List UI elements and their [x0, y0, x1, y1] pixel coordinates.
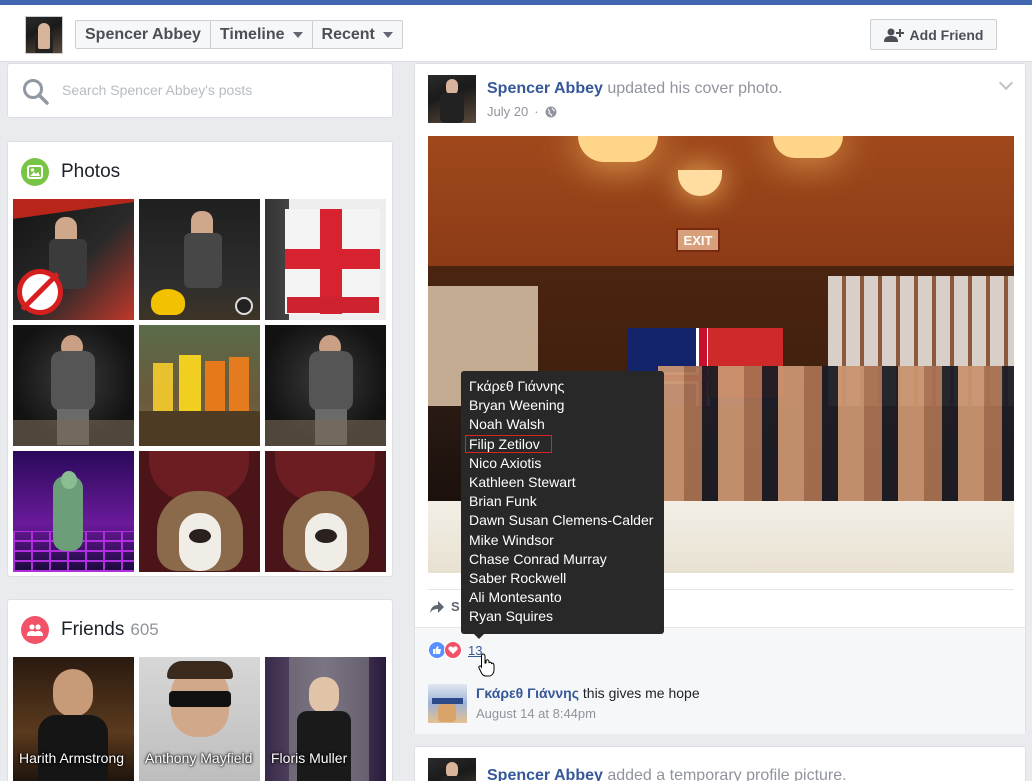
profile-header-bar: Spencer Abbey Timeline Recent Add Friend: [0, 5, 1032, 62]
tooltip-name: Dawn Susan Clemens-Calder: [469, 512, 654, 529]
photo-thumbnail[interactable]: [139, 199, 260, 320]
post-options-chevron-icon[interactable]: [998, 75, 1014, 91]
tooltip-name: Γκάρεθ Γιάννης: [469, 378, 565, 394]
reactions-summary[interactable]: 13: [428, 641, 482, 659]
friend-tile[interactable]: Anthony Mayfield: [139, 657, 260, 781]
comment: Γκάρεθ Γιάννης this gives me hope August…: [428, 684, 700, 723]
add-friend-button[interactable]: Add Friend: [870, 19, 997, 50]
post-author-link[interactable]: Spencer Abbey: [487, 80, 603, 97]
friends-grid: Harith Armstrong Anthony Mayfield Floris…: [13, 657, 386, 781]
photo-thumbnail[interactable]: [13, 325, 134, 446]
chevron-down-icon: [292, 31, 303, 38]
post-date: July 20 ·: [487, 104, 557, 119]
tooltip-name: Ali Montesanto: [469, 589, 562, 606]
post-author-avatar[interactable]: [428, 75, 476, 123]
nav-timeline-dropdown[interactable]: Timeline: [211, 21, 313, 48]
exit-sign: EXIT: [683, 232, 713, 248]
tooltip-name: Ryan Squires: [469, 608, 554, 625]
photo-thumbnail[interactable]: [139, 325, 260, 446]
photo-thumbnail[interactable]: [265, 199, 386, 320]
profile-avatar[interactable]: [25, 16, 63, 54]
friends-count: 605: [130, 620, 159, 639]
friend-tile[interactable]: Harith Armstrong: [13, 657, 134, 781]
reactions-tooltip: Γκάρεθ Γιάννης Bryan Weening Noah Walsh …: [461, 371, 664, 639]
photo-thumbnail[interactable]: [13, 199, 134, 320]
tooltip-name: Chase Conrad Murray: [469, 550, 607, 567]
comment-text: Γκάρεθ Γιάννης this gives me hope: [476, 685, 700, 701]
post-header-text: Spencer Abbey updated his cover photo.: [487, 80, 783, 97]
post-timestamp[interactable]: July 20: [487, 104, 528, 119]
tooltip-name: Bryan Weening: [469, 397, 565, 414]
friends-section: Friends 605 Harith Armstrong Anthony Mayf…: [7, 599, 393, 781]
profile-nav: Spencer Abbey Timeline Recent: [75, 20, 403, 49]
nav-profile-name[interactable]: Spencer Abbey: [76, 21, 211, 48]
post-header-text: Spencer Abbey added a temporary profile …: [487, 767, 847, 781]
post-author-avatar[interactable]: [428, 758, 476, 781]
friend-tile[interactable]: Floris Muller: [265, 657, 386, 781]
tooltip-name: Nico Axiotis: [469, 454, 542, 471]
chevron-down-icon: [382, 31, 393, 38]
search-icon: [23, 79, 49, 105]
nav-recent-dropdown[interactable]: Recent: [313, 21, 402, 48]
tooltip-name: Kathleen Stewart: [469, 473, 576, 490]
photo-thumbnail[interactable]: [265, 325, 386, 446]
friends-icon: [21, 616, 49, 644]
love-icon: [444, 641, 462, 659]
reactions-and-comments: 13 Γκάρεθ Γιάννης this gives me hope Aug…: [415, 628, 1025, 734]
photos-title[interactable]: Photos: [61, 161, 120, 183]
commenter-name[interactable]: Γκάρεθ Γιάννης: [476, 685, 579, 701]
next-post: Spencer Abbey added a temporary profile …: [414, 746, 1026, 781]
search-posts-box[interactable]: Search Spencer Abbey's posts: [7, 63, 393, 118]
friends-title[interactable]: Friends 605: [61, 619, 159, 641]
tooltip-name: Mike Windsor: [469, 531, 554, 548]
share-icon: [430, 600, 444, 613]
search-input[interactable]: Search Spencer Abbey's posts: [62, 82, 252, 98]
tooltip-name: Saber Rockwell: [469, 569, 567, 586]
add-friend-icon: [883, 28, 904, 42]
post-author-link[interactable]: Spencer Abbey: [487, 767, 603, 781]
photo-thumbnail[interactable]: [265, 451, 386, 572]
friend-name[interactable]: Floris Muller: [271, 750, 347, 766]
comment-timestamp[interactable]: August 14 at 8:44pm: [476, 706, 700, 721]
friend-name[interactable]: Harith Armstrong: [19, 750, 124, 766]
commenter-avatar[interactable]: [428, 684, 467, 723]
tooltip-name: Noah Walsh: [469, 416, 545, 433]
hand-cursor-icon: [478, 653, 495, 677]
tooltip-name-highlighted: Filip Zetilov: [465, 434, 656, 454]
globe-icon: [545, 106, 557, 117]
tooltip-name: Brian Funk: [469, 493, 537, 510]
photo-thumbnail[interactable]: [139, 451, 260, 572]
photos-section: Photos: [7, 141, 393, 577]
friend-name[interactable]: Anthony Mayfield: [145, 750, 252, 766]
share-button[interactable]: S: [429, 599, 460, 614]
photo-thumbnail[interactable]: [13, 451, 134, 572]
photos-grid: [13, 199, 387, 572]
photo-icon: [21, 158, 49, 186]
